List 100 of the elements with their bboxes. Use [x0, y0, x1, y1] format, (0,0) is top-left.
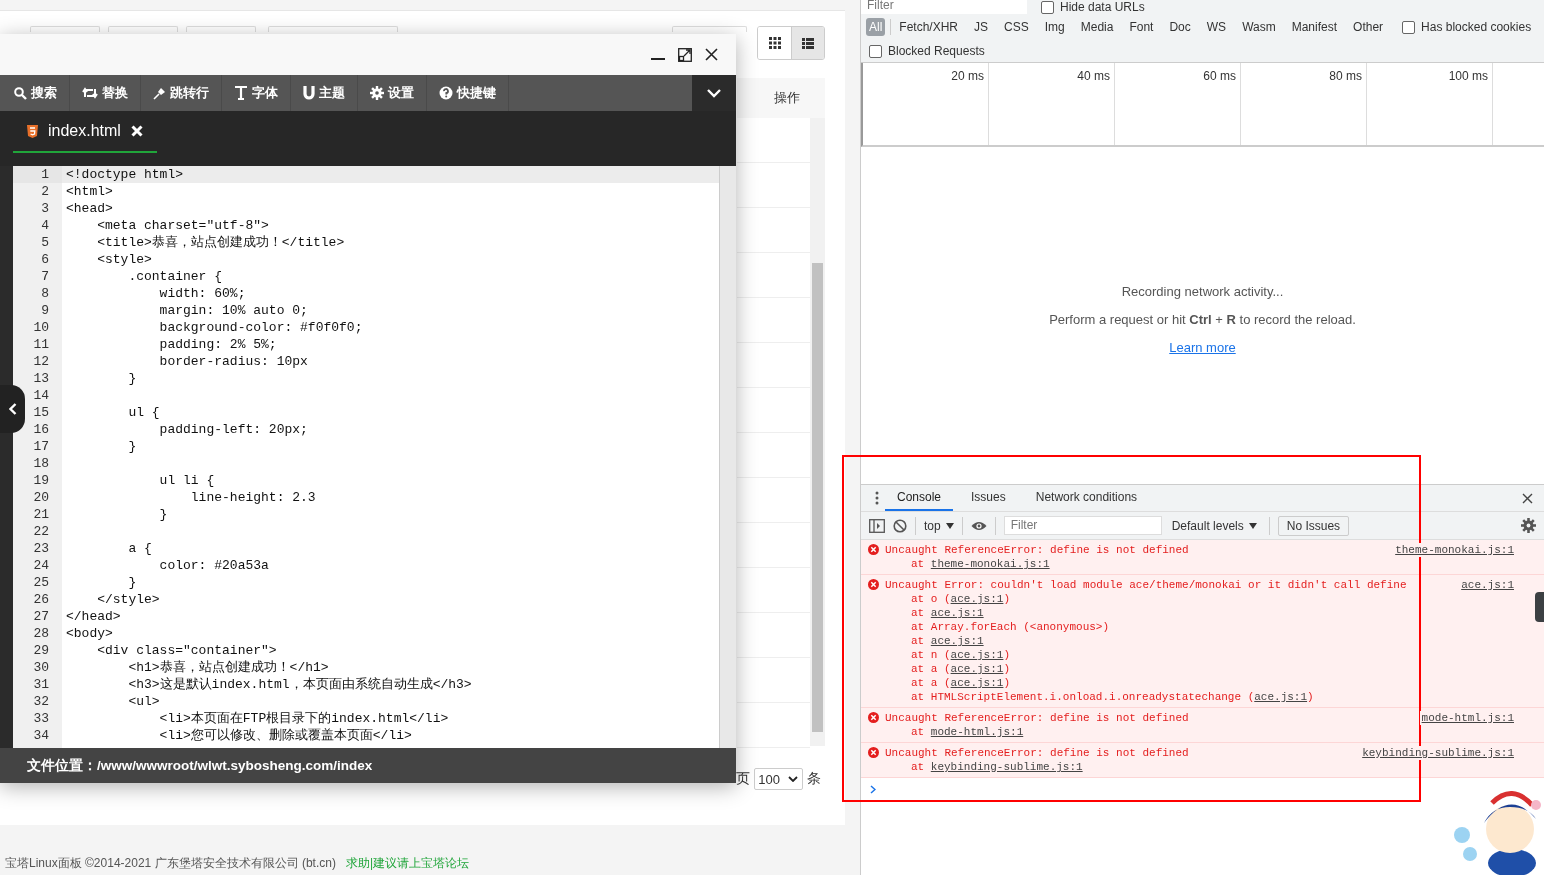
checkbox-label: Has blocked cookies — [1421, 20, 1532, 34]
code-line: } — [127, 439, 137, 454]
drawer-tab[interactable]: Issues — [959, 485, 1018, 511]
line-number: 33 — [33, 711, 49, 726]
collapse-handle[interactable] — [0, 385, 25, 433]
line-number: 24 — [33, 558, 49, 573]
type-filter[interactable]: CSS — [1001, 18, 1032, 36]
stack-line: at a (ace.js:1) — [910, 676, 1012, 690]
error-message: Uncaught ReferenceError: define is not defined — [885, 746, 1189, 760]
more-icon[interactable] — [875, 491, 879, 505]
scrollbar[interactable] — [810, 118, 825, 746]
maximize-icon[interactable] — [678, 47, 692, 62]
line-number: 9 — [41, 303, 49, 318]
hint-text: Perform a request or hit Ctrl + R to record the reload. — [1049, 312, 1356, 327]
drawer-tab[interactable]: Network conditions — [1023, 485, 1150, 511]
error-icon — [868, 579, 879, 590]
type-filter[interactable]: Other — [1350, 18, 1387, 36]
type-filter[interactable]: Manifest — [1288, 18, 1341, 36]
type-filter[interactable]: Media — [1077, 18, 1117, 36]
code-line: <body> — [66, 626, 113, 641]
eye-icon[interactable] — [970, 520, 987, 531]
context-select[interactable]: top — [924, 518, 954, 533]
line-number: 2 — [41, 184, 49, 199]
source-link[interactable]: ace.js:1 — [950, 677, 1004, 689]
source-link[interactable]: mode-html.js:1 — [930, 726, 1024, 738]
type-filter[interactable]: Wasm — [1239, 18, 1279, 36]
stack-line: at HTMLScriptElement.i.onload.i.onreadystatechange (ace.js:1) — [910, 690, 1315, 704]
type-filter[interactable]: Font — [1126, 18, 1157, 36]
stack-line: at a (ace.js:1) — [910, 662, 1012, 676]
filter-field[interactable]: Filter — [1003, 516, 1162, 535]
type-filter[interactable]: Doc — [1166, 18, 1194, 36]
scroll-handle[interactable] — [1535, 592, 1544, 622]
type-filter[interactable]: Fetch/XHR — [896, 18, 962, 36]
close-icon[interactable] — [705, 48, 718, 61]
caret-icon — [945, 522, 954, 529]
view-toggle[interactable] — [791, 27, 824, 59]
source-link[interactable]: ace.js:1 — [950, 593, 1004, 605]
learn-more-link[interactable]: Learn more — [1169, 340, 1236, 355]
checkbox[interactable] — [1041, 0, 1054, 14]
source-link[interactable]: ace.js:1 — [1254, 691, 1308, 703]
chevron-icon[interactable] — [707, 88, 721, 98]
source-link[interactable]: ace.js:1 — [930, 607, 984, 619]
line-number: 17 — [33, 439, 49, 454]
stack-line: at n (ace.js:1) — [910, 648, 1012, 662]
type-filter[interactable]: Img — [1041, 18, 1068, 36]
line-number: 7 — [41, 269, 49, 284]
code-line: <li>您可以修改、删除或覆盖本页面</li> — [158, 728, 412, 743]
scrollbar[interactable] — [719, 166, 736, 748]
stack-line: at ace.js:1 — [910, 634, 985, 648]
code-line: a { — [127, 541, 152, 556]
time-tick: 20 ms — [951, 69, 984, 83]
line-number: 5 — [41, 235, 49, 250]
filter-field[interactable]: Filter — [861, 0, 1027, 14]
line-number: 19 — [33, 473, 49, 488]
grid-icon — [768, 37, 781, 49]
source-link[interactable]: ace.js:1 — [1459, 578, 1516, 592]
error-message: Uncaught ReferenceError: define is not defined — [885, 711, 1189, 725]
code-line: <ul> — [127, 694, 160, 709]
type-filter[interactable]: JS — [971, 18, 992, 36]
source-link[interactable]: theme-monokai.js:1 — [930, 558, 1050, 570]
levels-select[interactable]: Default levels — [1171, 518, 1257, 533]
html-file-icon — [27, 124, 38, 138]
code-line: } — [158, 507, 168, 522]
status-text: Recording network activity... — [1121, 284, 1284, 299]
source-link[interactable]: ace.js:1 — [950, 663, 1004, 675]
source-link[interactable]: ace.js:1 — [930, 635, 984, 647]
code-line: } — [127, 371, 137, 386]
type-filter[interactable]: WS — [1203, 18, 1230, 36]
sidebar-icon[interactable] — [869, 518, 885, 533]
search-icon — [14, 86, 27, 100]
prompt-icon[interactable] — [870, 784, 876, 794]
time-tick: 100 ms — [1448, 69, 1488, 83]
source-link[interactable]: theme-monokai.js:1 — [1393, 543, 1516, 557]
clear-icon[interactable] — [893, 518, 907, 533]
settings-icon[interactable] — [1521, 518, 1536, 533]
code-line: <div class="container"> — [96, 643, 277, 658]
code-line: margin: 10% auto 0; — [158, 303, 308, 318]
close-icon[interactable] — [1522, 492, 1533, 504]
stack-line: at ace.js:1 — [910, 606, 985, 620]
line-number: 23 — [33, 541, 49, 556]
line-number: 6 — [41, 252, 49, 267]
unit-label: 条 — [807, 770, 821, 788]
line-number: 1 — [41, 167, 49, 182]
code-line: <html> — [66, 184, 113, 199]
page-size-select[interactable]: 100 — [754, 768, 803, 790]
text-icon — [234, 86, 248, 100]
checkbox[interactable] — [869, 44, 882, 58]
settings-icon — [370, 86, 384, 100]
source-link[interactable]: ace.js:1 — [950, 649, 1004, 661]
source-link[interactable]: keybinding-sublime.js:1 — [930, 761, 1083, 773]
checkbox[interactable] — [1402, 20, 1416, 34]
source-link[interactable]: keybinding-sublime.js:1 — [1360, 746, 1516, 760]
help-icon — [439, 86, 453, 100]
line-number: 32 — [33, 694, 49, 709]
repeat-icon — [82, 87, 98, 99]
issues-button[interactable]: No Issues — [1277, 515, 1350, 536]
line-number: 4 — [41, 218, 49, 233]
code-line: <li>本页面在FTP根目录下的index.html</li> — [158, 711, 449, 726]
source-link[interactable]: mode-html.js:1 — [1419, 711, 1516, 725]
file-tab[interactable]: index.html — [13, 111, 157, 153]
